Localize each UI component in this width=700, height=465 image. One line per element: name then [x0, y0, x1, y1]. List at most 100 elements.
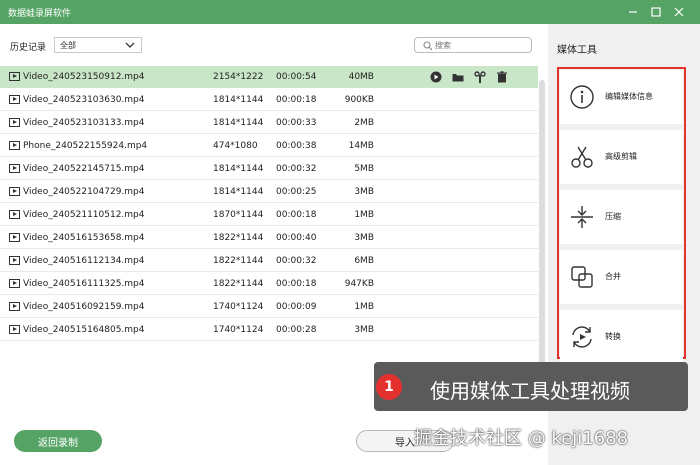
compress-icon	[571, 206, 593, 228]
history-label: 历史记录	[10, 43, 47, 53]
history-filter-select[interactable]: 全部	[54, 37, 142, 53]
file-row[interactable]: Video_240523103630.mp4 1814*1144 00:00:18 9…	[0, 89, 538, 111]
file-size: 947KB	[344, 279, 374, 289]
file-name: Video_240523150912.mp4	[23, 72, 145, 82]
file-row[interactable]: Video_240523103133.mp4 1814*1144 00:00:33 2…	[0, 112, 538, 134]
file-duration: 00:00:32	[276, 164, 317, 174]
tool-advanced-trim[interactable]: 高级剪辑	[560, 130, 683, 184]
file-duration: 00:00:33	[276, 118, 317, 128]
scrollbar[interactable]	[538, 66, 546, 400]
file-resolution: 1740*1124	[213, 325, 264, 335]
file-size: 3MB	[354, 233, 374, 243]
tool-convert[interactable]: 转换	[560, 310, 683, 364]
file-row[interactable]: Video_240523150912.mp4 2154*1222 00:00:54 4…	[0, 66, 538, 88]
maximize-icon[interactable]	[648, 4, 664, 20]
scissors-icon	[571, 146, 593, 168]
file-name: Video_240522145715.mp4	[23, 164, 145, 174]
tutorial-callout: 1 使用媒体工具处理视频	[374, 362, 688, 411]
file-size: 6MB	[354, 256, 374, 266]
file-size: 40MB	[348, 72, 374, 82]
tool-label: 高级剪辑	[605, 152, 637, 161]
delete-icon[interactable]	[496, 71, 508, 83]
video-file-icon	[9, 279, 20, 288]
file-duration: 00:00:25	[276, 187, 317, 197]
tool-label: 转换	[605, 332, 621, 341]
file-name: Video_240516111325.mp4	[23, 279, 145, 289]
file-row[interactable]: Video_240522104729.mp4 1814*1144 00:00:25 3…	[0, 181, 538, 203]
file-name: Video_240523103133.mp4	[23, 118, 145, 128]
file-duration: 00:00:32	[276, 256, 317, 266]
tool-label: 编辑媒体信息	[605, 92, 653, 101]
folder-icon[interactable]	[452, 71, 464, 83]
file-name: Video_240523103630.mp4	[23, 95, 145, 105]
file-size: 14MB	[348, 141, 374, 151]
sidebar-title: 媒体工具	[557, 45, 597, 56]
search-input[interactable]	[435, 39, 525, 51]
info-icon	[570, 85, 594, 109]
video-file-icon	[9, 325, 20, 334]
edit-tool-icon[interactable]	[474, 71, 486, 83]
tool-compress[interactable]: 压缩	[560, 190, 683, 244]
callout-text: 使用媒体工具处理视频	[430, 379, 630, 403]
file-name: Video_240516112134.mp4	[23, 256, 145, 266]
file-resolution: 1814*1144	[213, 118, 264, 128]
watermark: 掘金技术社区 @ keji1688	[414, 428, 629, 449]
file-size: 1MB	[354, 210, 374, 220]
video-file-icon	[9, 72, 20, 81]
back-to-record-button[interactable]: 返回录制	[14, 430, 102, 452]
file-name: Video_240516153658.mp4	[23, 233, 145, 243]
file-name: Video_240522104729.mp4	[23, 187, 145, 197]
video-file-icon	[9, 141, 20, 150]
scrollbar-thumb[interactable]	[539, 80, 545, 400]
file-name: Phone_240522155924.mp4	[23, 141, 148, 151]
file-size: 2MB	[354, 118, 374, 128]
file-resolution: 1870*1144	[213, 210, 264, 220]
video-file-icon	[9, 210, 20, 219]
video-file-icon	[9, 164, 20, 173]
video-file-icon	[9, 302, 20, 311]
file-name: Video_240521110512.mp4	[23, 210, 145, 220]
video-file-icon	[9, 233, 20, 242]
file-resolution: 1822*1144	[213, 279, 264, 289]
file-row[interactable]: Video_240521110512.mp4 1870*1144 00:00:18 1…	[0, 204, 538, 226]
callout-number: 1	[376, 374, 402, 400]
file-name: Video_240516092159.mp4	[23, 302, 145, 312]
file-row[interactable]: Video_240522145715.mp4 1814*1144 00:00:32 5…	[0, 158, 538, 180]
file-size: 1MB	[354, 302, 374, 312]
file-duration: 00:00:40	[276, 233, 317, 243]
file-row[interactable]: Video_240516153658.mp4 1822*1144 00:00:40 3…	[0, 227, 538, 249]
play-icon[interactable]	[430, 71, 442, 83]
file-resolution: 1822*1144	[213, 233, 264, 243]
tool-merge[interactable]: 合并	[560, 250, 683, 304]
file-name: Video_240515164805.mp4	[23, 325, 145, 335]
file-duration: 00:00:09	[276, 302, 317, 312]
search-box[interactable]	[414, 37, 532, 53]
file-row[interactable]: Video_240516111325.mp4 1822*1144 00:00:18 9…	[0, 273, 538, 295]
file-duration: 00:00:18	[276, 210, 317, 220]
tool-edit-media-info[interactable]: 编辑媒体信息	[560, 70, 683, 124]
file-row[interactable]: Video_240516092159.mp4 1740*1124 00:00:09 1…	[0, 296, 538, 318]
chevron-down-icon	[125, 42, 135, 48]
file-duration: 00:00:18	[276, 279, 317, 289]
file-resolution: 1814*1144	[213, 95, 264, 105]
file-resolution: 1822*1144	[213, 256, 264, 266]
close-icon[interactable]	[671, 4, 687, 20]
tool-label: 压缩	[605, 212, 621, 221]
file-size: 3MB	[354, 187, 374, 197]
file-row[interactable]: Phone_240522155924.mp4 474*1080 00:00:38 14…	[0, 135, 538, 157]
file-row[interactable]: Video_240516112134.mp4 1822*1144 00:00:32 6…	[0, 250, 538, 272]
minimize-icon[interactable]	[625, 4, 641, 20]
file-size: 5MB	[354, 164, 374, 174]
file-duration: 00:00:38	[276, 141, 317, 151]
tool-label: 合并	[605, 272, 621, 281]
file-size: 3MB	[354, 325, 374, 335]
merge-icon	[571, 266, 593, 288]
toolbar: 历史记录 全部	[0, 24, 548, 64]
file-resolution: 1814*1144	[213, 164, 264, 174]
file-row[interactable]: Video_240515164805.mp4 1740*1124 00:00:28 3…	[0, 319, 538, 341]
video-file-icon	[9, 95, 20, 104]
file-resolution: 1740*1124	[213, 302, 264, 312]
title-bar: 数据蛙录屏软件	[0, 0, 700, 24]
video-file-icon	[9, 256, 20, 265]
file-resolution: 2154*1222	[213, 72, 264, 82]
